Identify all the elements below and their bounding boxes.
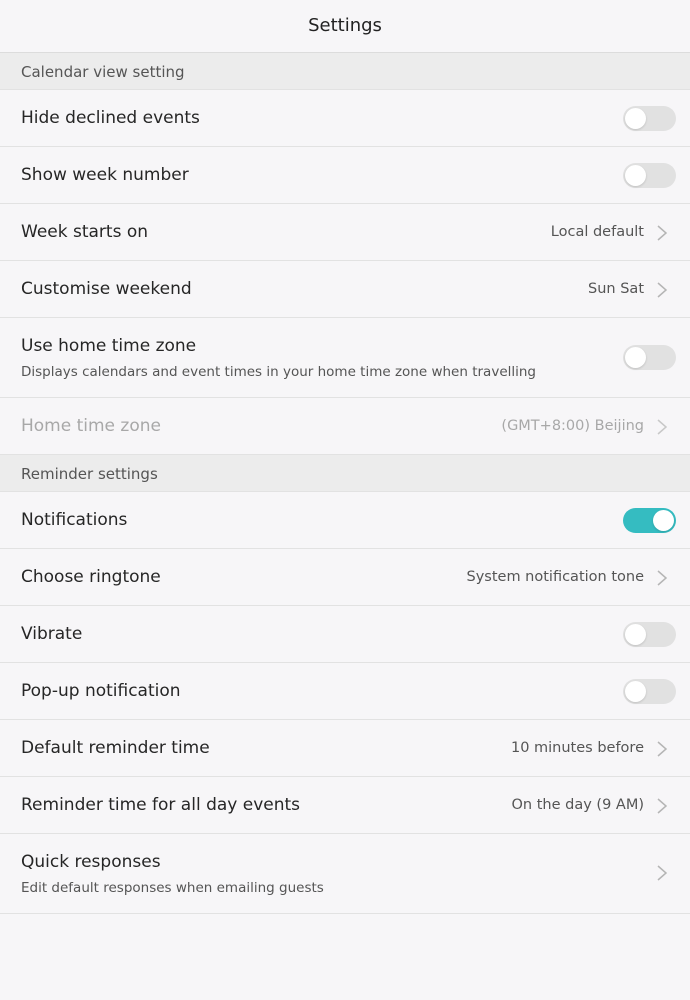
toggle-knob	[625, 108, 646, 129]
chevron-right-icon	[657, 741, 668, 757]
vibrate-row[interactable]: Vibrate	[0, 606, 690, 663]
popup-notification-row[interactable]: Pop-up notification	[0, 663, 690, 720]
quick-responses-label: Quick responses	[21, 852, 161, 872]
toggle-knob	[625, 165, 646, 186]
popup-notification-label: Pop-up notification	[21, 681, 181, 701]
all-day-reminder-time-row[interactable]: Reminder time for all day events On the …	[0, 777, 690, 834]
use-home-time-zone-description: Displays calendars and event times in yo…	[21, 364, 537, 380]
show-week-number-toggle[interactable]	[623, 163, 676, 188]
use-home-time-zone-label: Use home time zone	[21, 336, 197, 356]
home-time-zone-value: (GMT+8:00) Beijing	[501, 418, 644, 434]
week-starts-on-value: Local default	[550, 224, 644, 240]
hide-declined-events-toggle[interactable]	[623, 106, 676, 131]
section-header-calendar: Calendar view setting	[0, 53, 690, 90]
notifications-row[interactable]: Notifications	[0, 492, 690, 549]
week-starts-on-row[interactable]: Week starts on Local default	[0, 204, 690, 261]
home-time-zone-label: Home time zone	[21, 416, 161, 436]
popup-notification-toggle[interactable]	[623, 679, 676, 704]
quick-responses-description: Edit default responses when emailing gue…	[21, 880, 324, 896]
toggle-knob	[653, 510, 674, 531]
customise-weekend-label: Customise weekend	[21, 279, 192, 299]
all-day-reminder-time-label: Reminder time for all day events	[21, 795, 301, 815]
show-week-number-row[interactable]: Show week number	[0, 147, 690, 204]
chevron-right-icon	[657, 225, 668, 241]
default-reminder-time-label: Default reminder time	[21, 738, 210, 758]
home-time-zone-row: Home time zone (GMT+8:00) Beijing	[0, 398, 690, 455]
use-home-time-zone-row[interactable]: Use home time zone Displays calendars an…	[0, 318, 690, 398]
hide-declined-events-label: Hide declined events	[21, 108, 200, 128]
toggle-knob	[625, 681, 646, 702]
vibrate-toggle[interactable]	[623, 622, 676, 647]
chevron-right-icon	[657, 798, 668, 814]
chevron-right-icon	[657, 419, 668, 435]
page-title: Settings	[0, 0, 690, 53]
choose-ringtone-label: Choose ringtone	[21, 567, 161, 587]
notifications-toggle[interactable]	[623, 508, 676, 533]
choose-ringtone-value: System notification tone	[466, 569, 645, 585]
all-day-reminder-time-value: On the day (9 AM)	[511, 797, 644, 813]
toggle-knob	[625, 347, 646, 368]
choose-ringtone-row[interactable]: Choose ringtone System notification tone	[0, 549, 690, 606]
hide-declined-events-row[interactable]: Hide declined events	[0, 90, 690, 147]
chevron-right-icon	[657, 282, 668, 298]
toggle-knob	[625, 624, 646, 645]
chevron-right-icon	[657, 865, 668, 881]
chevron-right-icon	[657, 570, 668, 586]
show-week-number-label: Show week number	[21, 165, 189, 185]
use-home-time-zone-toggle[interactable]	[623, 345, 676, 370]
customise-weekend-value: Sun Sat	[588, 281, 644, 297]
week-starts-on-label: Week starts on	[21, 222, 149, 242]
notifications-label: Notifications	[21, 510, 128, 530]
customise-weekend-row[interactable]: Customise weekend Sun Sat	[0, 261, 690, 318]
default-reminder-time-row[interactable]: Default reminder time 10 minutes before	[0, 720, 690, 777]
section-header-reminder: Reminder settings	[0, 455, 690, 492]
vibrate-label: Vibrate	[21, 624, 83, 644]
quick-responses-row[interactable]: Quick responses Edit default responses w…	[0, 834, 690, 914]
default-reminder-time-value: 10 minutes before	[510, 740, 644, 756]
